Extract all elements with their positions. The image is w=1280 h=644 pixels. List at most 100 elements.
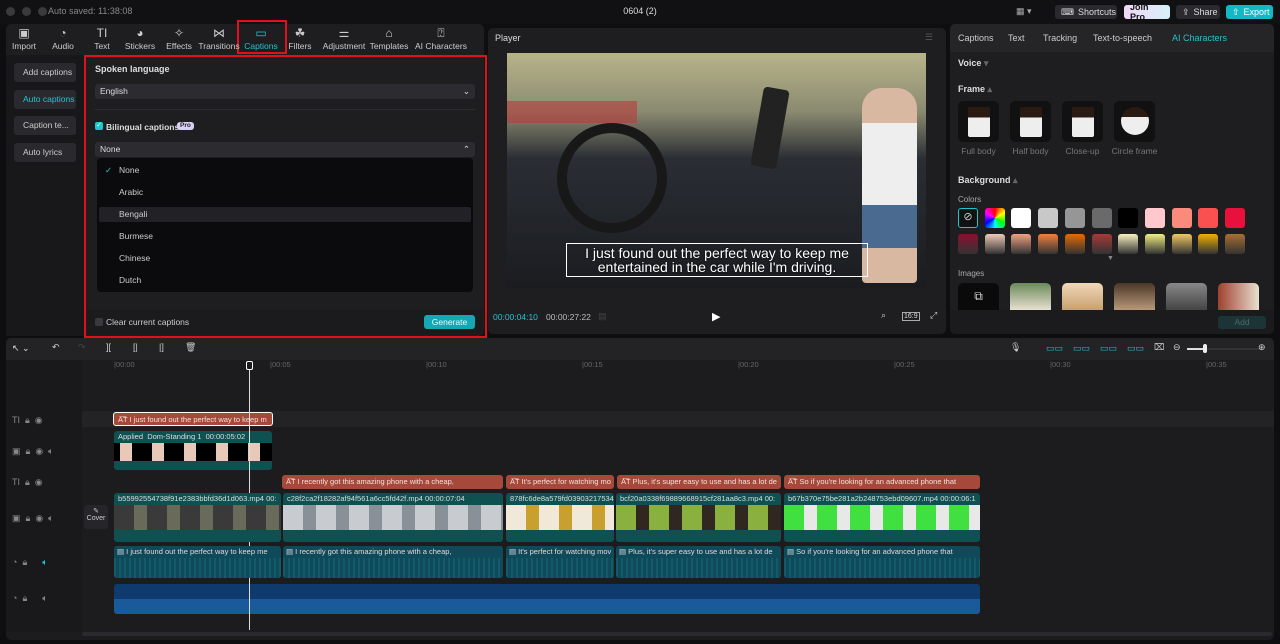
tab-effects[interactable]: ✧ Effects [157,26,201,54]
add-button[interactable]: Add [1218,316,1266,329]
lock-icon[interactable]: 🔒︎ [22,557,27,568]
bilingual-checkbox[interactable]: ✓ [95,122,103,130]
tab-audio[interactable]: ◔ Audio [41,26,85,54]
language-option[interactable]: Bengali [99,207,471,222]
background-image-1[interactable] [1010,283,1051,310]
language-option[interactable]: Chinese [99,251,471,266]
color-swatch[interactable] [1171,208,1192,228]
zoom-out-icon[interactable]: ⊖ [1173,342,1181,353]
clear-captions-checkbox[interactable] [95,318,103,326]
lock-icon[interactable]: 🔒︎ [25,477,30,488]
cover-button[interactable]: ✎ Cover [84,505,108,529]
color-swatch[interactable] [984,234,1005,254]
sidebar-item-auto-lyrics[interactable]: Auto lyrics [14,143,76,162]
eye-icon[interactable]: ◉ [35,477,43,488]
speaker-icon[interactable]: 🔈︎ [42,593,47,604]
color-swatch[interactable] [1225,208,1245,228]
color-swatch[interactable] [1198,208,1219,228]
speaker-icon[interactable]: 🔈︎ [48,513,53,524]
caption-clip[interactable]: A͞T So if you're looking for an advanced… [784,475,980,489]
background-section[interactable]: Background ▴ [958,175,1018,186]
voice-clip[interactable]: ▤ It's perfect for watching mov [506,546,614,578]
voice-clip[interactable]: ▤ I recently got this amazing phone with… [283,546,503,578]
lock-icon[interactable]: 🔒︎ [25,415,30,426]
share-button[interactable]: ⇪ Share [1176,5,1220,19]
caption-clip[interactable]: A͞T It's perfect for watching mo [506,475,614,489]
frame-option[interactable] [1010,101,1051,142]
color-swatch[interactable] [1198,234,1219,254]
preview-axis-icon[interactable]: ▭▭ [1127,343,1144,354]
maximize-window-button[interactable] [38,7,47,16]
spoken-language-select[interactable]: English ⌄ [95,84,475,99]
color-swatch[interactable] [1011,234,1032,254]
tab-captions[interactable]: ▭ Captions [239,26,283,54]
fullscreen-icon[interactable]: ⤢ [930,310,937,321]
tab-stickers[interactable]: ◕ Stickers [118,26,162,54]
video-clip[interactable]: 878fc6de8a579fd03903217534 [506,493,614,542]
tab-adjustment[interactable]: ⚌ Adjustment [322,26,366,54]
sidebar-item-caption-templates[interactable]: Caption te... [14,116,76,135]
caption-clip[interactable]: A͞T Plus, it's super easy to use and has… [617,475,781,489]
aspect-ratio-button[interactable]: 16:9 [902,312,920,321]
layout-icon[interactable]: ▦ ▾ [1016,6,1032,17]
speaker-icon[interactable]: 🔈︎ [42,557,47,568]
color-swatch[interactable] [1038,234,1059,254]
music-clip[interactable] [114,584,980,614]
playhead-handle[interactable] [246,361,253,370]
background-image-2[interactable] [1062,283,1103,310]
language-option[interactable]: Arabic [99,185,471,200]
tab-ai-characters[interactable]: AI Characters [1172,33,1227,43]
microphone-icon[interactable]: 🎙 [1010,342,1021,353]
link-main-track-icon[interactable]: ▭▭ [1046,343,1063,354]
frames-icon[interactable]: ▤ [598,311,607,322]
color-swatch[interactable] [1144,208,1165,228]
lock-icon[interactable]: 🔒︎ [22,593,27,604]
tab-tracking[interactable]: Tracking [1043,33,1077,43]
voice-clip[interactable]: ▤ I just found out the perfect way to ke… [114,546,281,578]
tab-import[interactable]: ▣ Import [2,26,46,54]
minimize-window-button[interactable] [22,7,31,16]
no-color-swatch[interactable]: ⊘ [958,208,978,228]
magnet-icon[interactable]: ▭▭ [1073,343,1090,354]
link-clips-icon[interactable]: ▭▭ [1100,343,1117,354]
export-button[interactable]: ⇧ Export [1226,5,1273,19]
speaker-icon[interactable]: 🔈︎ [48,446,53,457]
color-swatch[interactable] [1091,234,1112,254]
tab-filters[interactable]: ☘ Filters [278,26,322,54]
lock-icon[interactable]: 🔒︎ [26,513,31,524]
tab-ai-characters[interactable]: ⍰ AI Characters [412,26,470,54]
blank[interactable] [32,557,37,567]
shortcuts-button[interactable]: ⌨ Shortcuts [1055,5,1117,19]
eye-icon[interactable]: ◉ [35,513,43,524]
tab-transitions[interactable]: ⋈ Transitions [197,26,241,54]
lock-icon[interactable]: 🔒︎ [26,446,31,457]
color-swatch[interactable] [1064,234,1085,254]
expand-colors-icon[interactable]: ▼ [1107,255,1114,262]
subtitle-text[interactable]: I just found out the perfect way to keep… [560,246,874,274]
color-swatch[interactable] [1118,208,1139,228]
delete-right-icon[interactable]: |] [159,342,164,352]
color-swatch[interactable] [1171,234,1192,254]
upload-image-button[interactable]: ⧉ [958,283,999,310]
sidebar-item-add-captions[interactable]: Add captions [14,63,76,82]
video-clip[interactable]: c28f2ca2f18282af94f561a6cc5fd42f.mp4 00:… [283,493,503,542]
eye-icon[interactable]: ◉ [35,415,43,426]
delete-left-icon[interactable]: [| [133,342,138,352]
video-clip[interactable]: b55992554738f91e2383bbfd36d1d063.mp4 00: [114,493,281,542]
video-clip[interactable]: b67b370e75be281a2b248753ebd09607.mp4 00:… [784,493,980,542]
tab-text-to-speech[interactable]: Text-to-speech [1093,33,1152,43]
thumbnail-zoom-icon[interactable]: ⌧ [1154,342,1164,353]
timeline-scrollbar[interactable] [82,632,1272,636]
frame-section[interactable]: Frame ▴ [958,84,992,95]
zoom-slider[interactable] [1187,344,1263,353]
voice-section[interactable]: Voice ▾ [958,58,988,69]
color-swatch[interactable] [1225,234,1245,254]
delete-icon[interactable]: 🗑 [185,342,196,353]
frame-option[interactable] [958,101,999,142]
frame-option[interactable] [1062,101,1103,142]
sidebar-item-auto-captions[interactable]: Auto captions [14,90,76,109]
color-swatch[interactable] [1118,234,1139,254]
split-icon[interactable]: ][ [106,342,111,352]
color-swatch[interactable] [958,234,978,254]
color-swatch[interactable] [984,208,1005,228]
